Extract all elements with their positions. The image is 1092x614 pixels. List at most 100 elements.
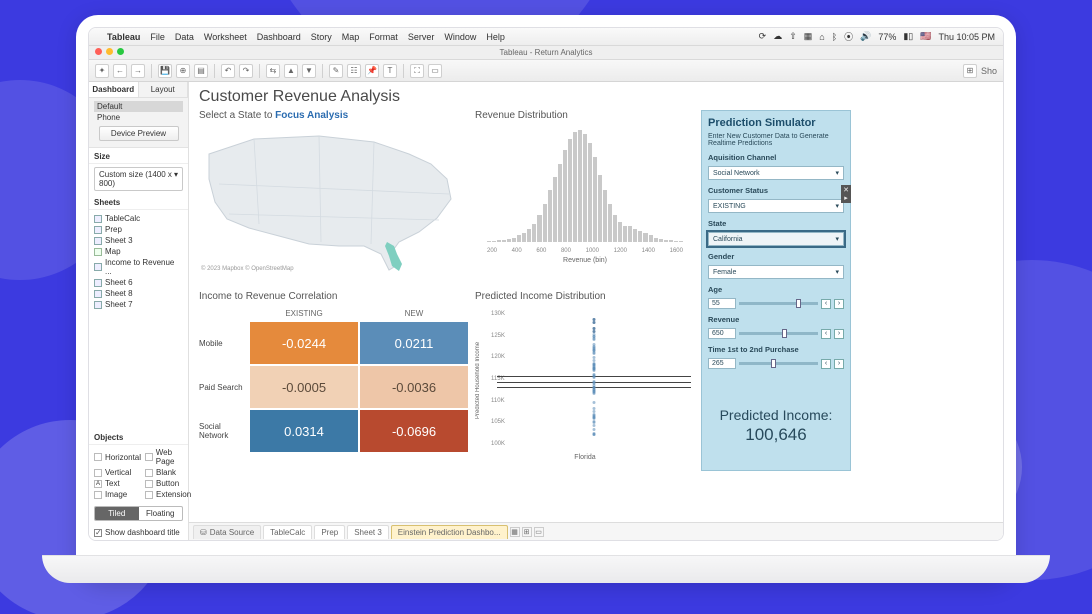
menu-story[interactable]: Story — [311, 32, 332, 42]
fit-icon[interactable]: ⛶ — [410, 64, 424, 78]
panel-tab-layout[interactable]: Layout — [139, 82, 189, 97]
dotplot-card[interactable]: Predicted Income Distribution Predicted … — [475, 291, 695, 471]
back-icon[interactable]: ← — [113, 64, 127, 78]
menu-window[interactable]: Window — [444, 32, 476, 42]
us-map[interactable]: © 2023 Mapbox © OpenStreetMap — [199, 124, 469, 274]
wifi-icon[interactable]: ⦿ — [844, 30, 853, 43]
tv-icon[interactable]: ⌂ — [819, 32, 824, 42]
sheet-tab[interactable]: Prep — [314, 525, 345, 539]
panel-tab-dashboard[interactable]: Dashboard — [89, 82, 139, 97]
sheet-item[interactable]: Sheet 7 — [94, 299, 183, 310]
menu-server[interactable]: Server — [408, 32, 435, 42]
tableau-logo-icon[interactable]: ✦ — [95, 64, 109, 78]
size-dropdown[interactable]: Custom size (1400 x 800) ▾ — [94, 167, 183, 191]
menu-data[interactable]: Data — [175, 32, 194, 42]
volume-icon[interactable]: 🔊 — [860, 31, 871, 42]
tiled-option[interactable]: Tiled — [95, 507, 139, 520]
bluetooth-icon[interactable]: ᛒ — [832, 32, 837, 42]
aq-dropdown[interactable]: Social Network▾ — [708, 166, 844, 180]
clock[interactable]: Thu 10:05 PM — [938, 32, 995, 42]
histogram-chart[interactable]: 2004006008001000120014001600 Revenue (bi… — [475, 124, 695, 264]
revenue-slider[interactable]: 650 ‹ › — [708, 328, 844, 339]
object-vertical[interactable]: Vertical — [94, 468, 141, 477]
sheet-tab-active[interactable]: Einstein Prediction Dashbo... — [391, 525, 508, 539]
new-sheet-icon[interactable]: ▤ — [194, 64, 208, 78]
tiled-floating-toggle[interactable]: Tiled Floating — [94, 506, 183, 521]
sheet-item[interactable]: Prep — [94, 224, 183, 235]
device-phone[interactable]: Phone — [94, 112, 183, 123]
map-card[interactable]: Select a State to Focus Analysis — [199, 110, 469, 285]
sheet-tab[interactable]: Sheet 3 — [347, 525, 389, 539]
state-dropdown[interactable]: California▾ — [708, 232, 844, 246]
close-icon[interactable] — [95, 48, 102, 55]
object-text[interactable]: AText — [94, 479, 141, 488]
show-me-label[interactable]: Sho — [981, 66, 997, 76]
object-button[interactable]: Button — [145, 479, 191, 488]
sheet-item[interactable]: Sheet 3 — [94, 235, 183, 246]
object-extension[interactable]: Extension — [145, 490, 191, 499]
highlight-icon[interactable]: ✎ — [329, 64, 343, 78]
new-worksheet-icon[interactable]: ▦ — [510, 527, 520, 537]
sheet-item[interactable]: Sheet 6 — [94, 277, 183, 288]
time-slider[interactable]: 265 ‹ › — [708, 358, 844, 369]
show-me-icon[interactable]: ⊞ — [963, 64, 977, 78]
heatmap-card[interactable]: Income to Revenue Correlation EXISTINGNE… — [199, 291, 469, 471]
menu-help[interactable]: Help — [486, 32, 505, 42]
age-slider[interactable]: 55 ‹ › — [708, 298, 844, 309]
sort-asc-icon[interactable]: ▲ — [284, 64, 298, 78]
cloud-icon[interactable]: ☁ — [773, 31, 782, 42]
decrement-icon[interactable]: ‹ — [821, 329, 831, 339]
histogram-card[interactable]: Revenue Distribution 2004006008001000120… — [475, 110, 695, 285]
menu-file[interactable]: File — [150, 32, 165, 42]
group-icon[interactable]: ☷ — [347, 64, 361, 78]
upload-icon[interactable]: ⇧ — [789, 31, 797, 42]
new-dashboard-icon[interactable]: ⊞ — [522, 527, 532, 537]
new-story-icon[interactable]: ▭ — [534, 527, 544, 537]
floating-option[interactable]: Floating — [139, 507, 183, 520]
cs-dropdown[interactable]: EXISTING▾ — [708, 199, 844, 213]
increment-icon[interactable]: › — [834, 299, 844, 309]
label-icon[interactable]: T — [383, 64, 397, 78]
sort-desc-icon[interactable]: ▼ — [302, 64, 316, 78]
menu-dashboard[interactable]: Dashboard — [257, 32, 301, 42]
minimize-icon[interactable] — [106, 48, 113, 55]
swap-icon[interactable]: ⇆ — [266, 64, 280, 78]
undo-icon[interactable]: ↶ — [221, 64, 235, 78]
device-preview-button[interactable]: Device Preview — [99, 126, 179, 141]
sheet-item[interactable]: Map — [94, 246, 183, 257]
object-image[interactable]: Image — [94, 490, 141, 499]
menu-worksheet[interactable]: Worksheet — [204, 32, 247, 42]
data-source-tab[interactable]: ⛁ Data Source — [193, 525, 261, 539]
presentation-icon[interactable]: ▭ — [428, 64, 442, 78]
increment-icon[interactable]: › — [834, 329, 844, 339]
pin-icon[interactable]: 📌 — [365, 64, 379, 78]
heatmap-grid[interactable]: EXISTINGNEWMobile-0.02440.0211Paid Searc… — [199, 305, 469, 453]
decrement-icon[interactable]: ‹ — [821, 299, 831, 309]
decrement-icon[interactable]: ‹ — [821, 359, 831, 369]
device-default[interactable]: Default — [94, 101, 183, 112]
window-traffic-lights[interactable] — [95, 48, 124, 55]
gender-dropdown[interactable]: Female▾ — [708, 265, 844, 279]
app-name[interactable]: Tableau — [107, 32, 140, 42]
checkbox-icon[interactable] — [94, 529, 102, 537]
dotplot-chart[interactable]: Predicted Household Income 130K125K120K1… — [475, 305, 695, 465]
panel-handle-icon[interactable]: ✕▸ — [841, 185, 851, 203]
zoom-icon[interactable] — [117, 48, 124, 55]
sheet-item[interactable]: Income to Revenue ... — [94, 257, 183, 277]
sheet-tab[interactable]: TableCalc — [263, 525, 312, 539]
object-blank[interactable]: Blank — [145, 468, 191, 477]
menu-format[interactable]: Format — [369, 32, 398, 42]
flag-icon[interactable]: 🇺🇸 — [920, 31, 931, 42]
redo-icon[interactable]: ↷ — [239, 64, 253, 78]
status-icon[interactable]: ⟳ — [759, 31, 767, 42]
grid-icon[interactable]: ▦ — [804, 31, 813, 42]
object-webpage[interactable]: Web Page — [145, 448, 191, 466]
forward-icon[interactable]: → — [131, 64, 145, 78]
save-icon[interactable]: 💾 — [158, 64, 172, 78]
sheet-item[interactable]: TableCalc — [94, 213, 183, 224]
new-data-icon[interactable]: ⊕ — [176, 64, 190, 78]
sheet-item[interactable]: Sheet 8 — [94, 288, 183, 299]
show-title-checkbox[interactable]: Show dashboard title — [89, 525, 188, 540]
increment-icon[interactable]: › — [834, 359, 844, 369]
menu-map[interactable]: Map — [342, 32, 360, 42]
